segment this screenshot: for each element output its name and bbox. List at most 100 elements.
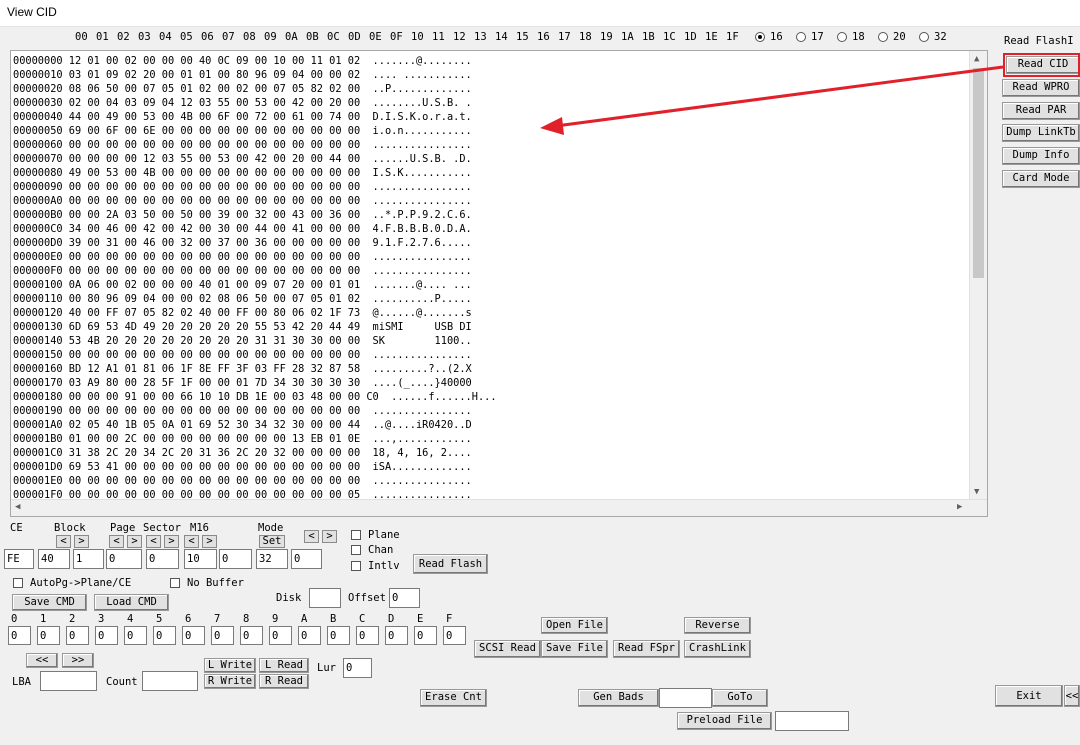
save-file-button[interactable]: Save File <box>541 640 608 658</box>
mode-field-b[interactable]: 0 <box>291 549 322 569</box>
exit-button[interactable]: Exit <box>995 685 1063 707</box>
hex-dump-view[interactable]: 00000000 12 01 00 02 00 00 00 40 0C 09 0… <box>10 50 988 517</box>
autopg-checkbox[interactable] <box>13 578 23 588</box>
page-next-button[interactable]: > <box>127 535 142 548</box>
radio-icon[interactable] <box>837 32 847 42</box>
scroll-down-icon[interactable]: ▼ <box>974 487 979 497</box>
width-option-18[interactable]: 18 <box>837 31 865 43</box>
register-field[interactable]: 0 <box>385 626 408 645</box>
lba-field[interactable] <box>40 671 97 691</box>
column-label: 0D <box>348 31 361 43</box>
preload-file-button[interactable]: Preload File <box>677 712 772 730</box>
ce-field[interactable]: FE <box>4 549 34 569</box>
sector-field-a[interactable]: 10 <box>184 549 217 569</box>
scroll-up-icon[interactable]: ▲ <box>974 54 979 64</box>
intlv-checkbox[interactable] <box>351 561 361 571</box>
reverse-button[interactable]: Reverse <box>684 617 751 634</box>
erase-cnt-button[interactable]: Erase Cnt <box>420 689 487 707</box>
width-option-32[interactable]: 32 <box>919 31 947 43</box>
register-field[interactable]: 0 <box>298 626 321 645</box>
scroll-right-icon[interactable]: ▶ <box>957 502 962 512</box>
m16-prev-button[interactable]: < <box>184 535 199 548</box>
radio-icon[interactable] <box>878 32 888 42</box>
vertical-scrollbar[interactable]: ▲ ▼ <box>969 51 987 501</box>
mode-prev-button[interactable]: < <box>304 530 319 543</box>
gen-bads-field[interactable] <box>659 688 712 708</box>
sector-next-button[interactable]: > <box>164 535 179 548</box>
register-field[interactable]: 0 <box>414 626 437 645</box>
column-header: 00 01 02 03 04 05 06 07 08 09 0A 0B 0C 0D 0E 0F 10 11 12 13… <box>0 29 980 47</box>
crashlink-button[interactable]: CrashLink <box>684 640 751 658</box>
mode-next-button[interactable]: > <box>322 530 337 543</box>
register-label: E <box>417 613 424 625</box>
page-field-b[interactable]: 0 <box>146 549 179 569</box>
block-field-a[interactable]: 40 <box>38 549 70 569</box>
dump-line: 00000190 00 00 00 00 00 00 00 00 00 00 0… <box>13 405 472 417</box>
width-option-17[interactable]: 17 <box>796 31 824 43</box>
lba-next-button[interactable]: >> <box>62 653 94 668</box>
goto-button[interactable]: GoTo <box>712 689 768 707</box>
open-file-button[interactable]: Open File <box>541 617 608 634</box>
register-field[interactable]: 0 <box>182 626 205 645</box>
sector-prev-button[interactable]: < <box>146 535 161 548</box>
save-cmd-button[interactable]: Save CMD <box>12 594 87 611</box>
highlight-box <box>1003 53 1080 77</box>
page-field-a[interactable]: 0 <box>106 549 142 569</box>
scroll-thumb[interactable] <box>973 68 984 278</box>
lba-prev-button[interactable]: << <box>26 653 58 668</box>
register-field[interactable]: 0 <box>269 626 292 645</box>
r-read-button[interactable]: R Read <box>259 674 309 689</box>
m16-next-button[interactable]: > <box>202 535 217 548</box>
sector-field-b[interactable]: 0 <box>219 549 252 569</box>
register-field[interactable]: 0 <box>211 626 234 645</box>
read-flash-id-button[interactable]: Read FlashI <box>1004 35 1074 47</box>
chan-checkbox[interactable] <box>351 545 361 555</box>
preload-file-field[interactable] <box>775 711 849 731</box>
register-field[interactable]: 0 <box>66 626 89 645</box>
register-field[interactable]: 0 <box>37 626 60 645</box>
register-field[interactable]: 0 <box>95 626 118 645</box>
plane-checkbox[interactable] <box>351 530 361 540</box>
read-par-button[interactable]: Read PAR <box>1002 102 1080 120</box>
register-field[interactable]: 0 <box>327 626 350 645</box>
width-option-20[interactable]: 20 <box>878 31 906 43</box>
read-flash-button[interactable]: Read Flash <box>413 554 488 574</box>
card-mode-button[interactable]: Card Mode <box>1002 170 1080 188</box>
column-label: 10 <box>411 31 424 43</box>
expand-button[interactable]: << <box>1064 685 1080 707</box>
l-write-button[interactable]: L Write <box>204 658 256 673</box>
width-option-16[interactable]: 16 <box>755 31 783 43</box>
lur-field[interactable]: 0 <box>343 658 372 678</box>
r-write-button[interactable]: R Write <box>204 674 256 689</box>
mode-field-a[interactable]: 32 <box>256 549 288 569</box>
register-field[interactable]: 0 <box>356 626 379 645</box>
dump-linktb-button[interactable]: Dump LinkTb <box>1002 124 1080 142</box>
read-fspr-button[interactable]: Read FSpr <box>613 640 680 658</box>
disk-field[interactable] <box>309 588 341 608</box>
no-buffer-checkbox[interactable] <box>170 578 180 588</box>
register-field[interactable]: 0 <box>124 626 147 645</box>
horizontal-scrollbar[interactable]: ◀ ▶ <box>11 499 987 516</box>
register-field[interactable]: 0 <box>153 626 176 645</box>
register-field[interactable]: 0 <box>443 626 466 645</box>
offset-field[interactable]: 0 <box>389 588 420 608</box>
gen-bads-button[interactable]: Gen Bads <box>578 689 659 707</box>
dump-info-button[interactable]: Dump Info <box>1002 147 1080 165</box>
block-prev-button[interactable]: < <box>56 535 71 548</box>
load-cmd-button[interactable]: Load CMD <box>94 594 169 611</box>
scsi-read-button[interactable]: SCSI Read <box>474 640 541 658</box>
block-next-button[interactable]: > <box>74 535 89 548</box>
count-field[interactable] <box>142 671 198 691</box>
radio-icon[interactable] <box>755 32 765 42</box>
register-field[interactable]: 0 <box>240 626 263 645</box>
radio-icon[interactable] <box>919 32 929 42</box>
l-read-button[interactable]: L Read <box>259 658 309 673</box>
mode-set-button[interactable]: Set <box>259 535 285 548</box>
block-field-b[interactable]: 1 <box>73 549 104 569</box>
register-field[interactable]: 0 <box>8 626 31 645</box>
radio-icon[interactable] <box>796 32 806 42</box>
scroll-left-icon[interactable]: ◀ <box>15 502 20 512</box>
page-prev-button[interactable]: < <box>109 535 124 548</box>
read-wpro-button[interactable]: Read WPRO <box>1002 79 1080 97</box>
dump-line: 000000C0 34 00 46 00 42 00 42 00 30 00 4… <box>13 223 472 235</box>
